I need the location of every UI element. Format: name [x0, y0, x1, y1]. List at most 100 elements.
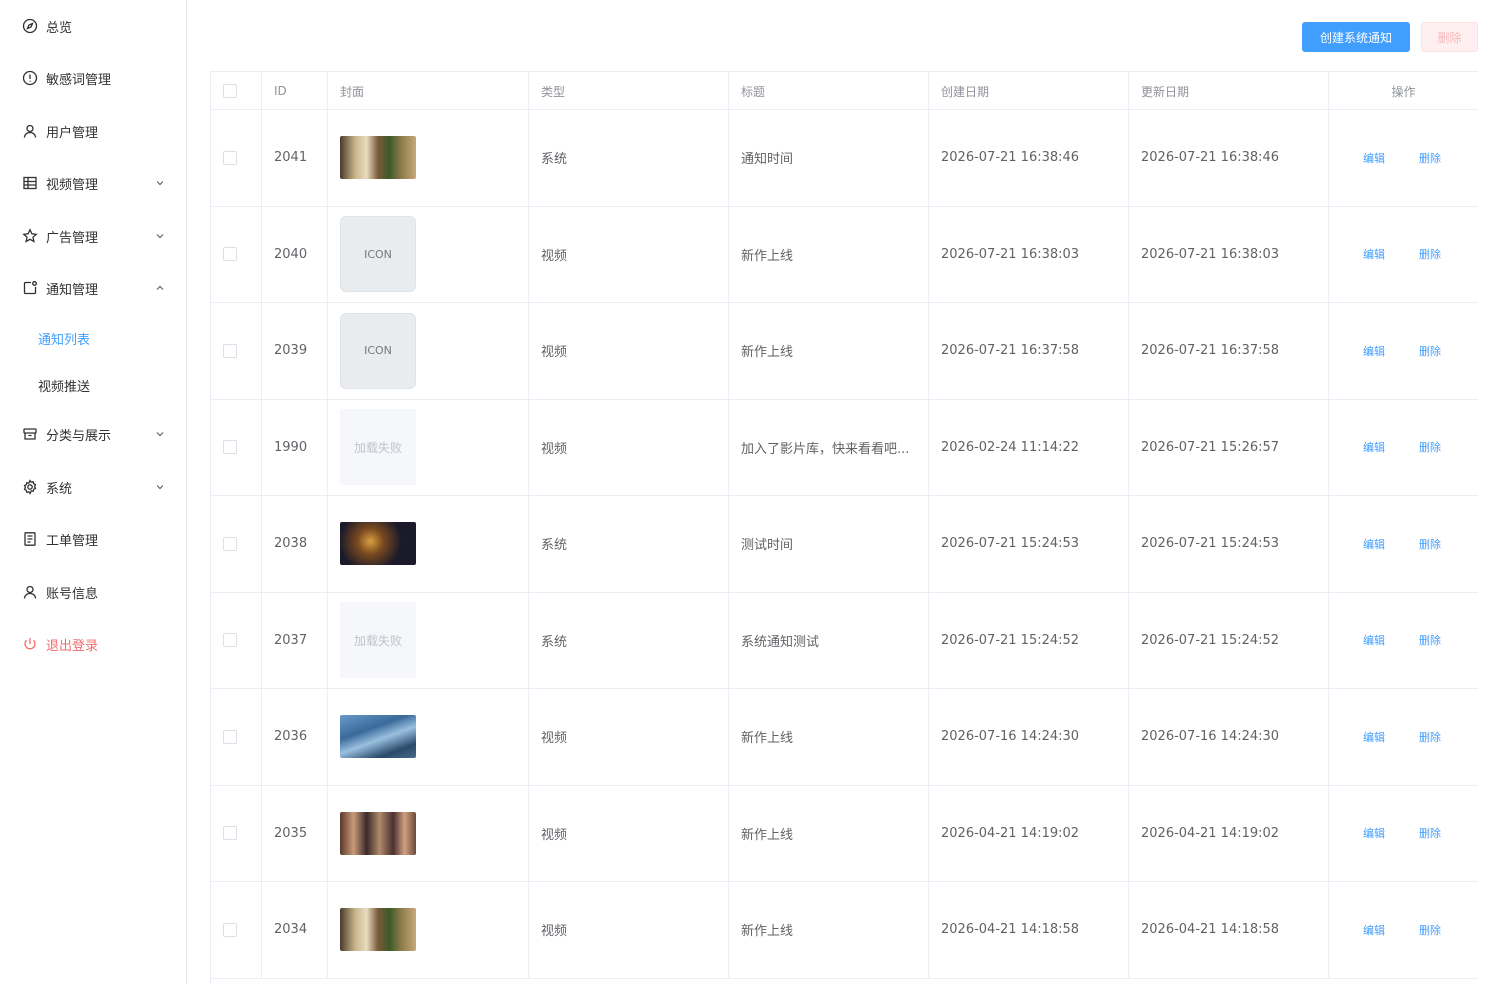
- sidebar-subitem-0[interactable]: 通知列表: [0, 315, 186, 361]
- cell-title: 系统通知测试: [729, 592, 929, 688]
- cell-id: 1990: [262, 399, 328, 495]
- edit-link[interactable]: 编辑: [1363, 150, 1385, 166]
- sidebar-item-8[interactable]: 工单管理: [0, 513, 186, 565]
- cell-updated: 2026-04-21 14:19:02: [1129, 785, 1329, 881]
- cell-created: 2026-07-21 16:37:58: [929, 303, 1129, 399]
- sidebar-item-label: 分类与展示: [46, 428, 112, 444]
- create-notification-button[interactable]: 创建系统通知: [1302, 22, 1410, 52]
- header-actions: 操作: [1329, 72, 1478, 110]
- cell-select[interactable]: [211, 689, 262, 785]
- cell-updated: 2026-07-21 16:38:46: [1129, 110, 1329, 206]
- select-all-checkbox[interactable]: [223, 84, 237, 98]
- sidebar-item-4[interactable]: 广告管理: [0, 210, 186, 262]
- cell-select[interactable]: [211, 110, 262, 206]
- sidebar-item-6[interactable]: 分类与展示: [0, 408, 186, 460]
- row-checkbox[interactable]: [223, 150, 237, 165]
- table-header: ID 封面 类型 标题 创建日期 更新日期 操作: [211, 72, 1478, 110]
- sidebar-item-2[interactable]: 用户管理: [0, 105, 186, 157]
- sidebar-item-7[interactable]: 系统: [0, 461, 186, 513]
- sidebar-item-label: 账号信息: [46, 586, 99, 602]
- cell-created: 2026-02-24 11:14:22: [929, 399, 1129, 495]
- cell-select[interactable]: [211, 882, 262, 978]
- cell-select[interactable]: [211, 496, 262, 592]
- cell-title: 通知时间: [729, 110, 929, 206]
- delete-link[interactable]: 删除: [1419, 439, 1441, 455]
- sidebar-item-label: 用户管理: [46, 125, 99, 141]
- delete-link[interactable]: 删除: [1419, 536, 1441, 552]
- cell-type: 视频: [529, 206, 729, 302]
- cell-id: 2034: [262, 882, 328, 978]
- cell-select[interactable]: [211, 303, 262, 399]
- cell-title: 新作上线: [729, 689, 929, 785]
- cell-select[interactable]: [211, 206, 262, 302]
- sidebar-item-0[interactable]: 总览: [0, 0, 186, 52]
- cover-load-failed: 加载失败: [340, 409, 416, 486]
- sidebar-item-5[interactable]: 通知管理: [0, 262, 186, 314]
- row-checkbox[interactable]: [223, 343, 237, 358]
- cell-title: 新作上线: [729, 303, 929, 399]
- sidebar-item-3[interactable]: 视频管理: [0, 157, 186, 209]
- cell-type: 视频: [529, 689, 729, 785]
- edit-link[interactable]: 编辑: [1363, 536, 1385, 552]
- row-title: 新作上线: [741, 248, 794, 264]
- cell-id: 2041: [262, 110, 328, 206]
- delete-link[interactable]: 删除: [1419, 632, 1441, 648]
- cell-updated: 2026-07-21 16:38:03: [1129, 206, 1329, 302]
- sidebar-subitem-1[interactable]: 视频推送: [0, 362, 186, 408]
- cell-id: 2039: [262, 303, 328, 399]
- notification-icon: [22, 280, 38, 296]
- cell-select[interactable]: [211, 592, 262, 688]
- grid-icon: [22, 175, 38, 191]
- row-checkbox[interactable]: [223, 729, 237, 744]
- bulk-delete-button[interactable]: 删除: [1421, 22, 1478, 52]
- row-checkbox[interactable]: [223, 536, 237, 551]
- row-title: 新作上线: [741, 827, 794, 843]
- table-row: 2039 ICON 视频 新作上线 2026-07-21 16:37:58 2026-07…: [211, 303, 1478, 400]
- delete-link[interactable]: 删除: [1419, 729, 1441, 745]
- edit-link[interactable]: 编辑: [1363, 632, 1385, 648]
- delete-link[interactable]: 删除: [1419, 246, 1441, 262]
- edit-link[interactable]: 编辑: [1363, 729, 1385, 745]
- edit-link[interactable]: 编辑: [1363, 825, 1385, 841]
- row-title: 系统通知测试: [741, 634, 820, 650]
- cell-updated: 2026-07-16 14:24:30: [1129, 689, 1329, 785]
- delete-link[interactable]: 删除: [1419, 825, 1441, 841]
- delete-link[interactable]: 删除: [1419, 150, 1441, 166]
- header-id: ID: [262, 72, 328, 110]
- delete-link[interactable]: 删除: [1419, 922, 1441, 938]
- delete-link[interactable]: 删除: [1419, 343, 1441, 359]
- cell-actions: 编辑 删除: [1329, 110, 1478, 206]
- sidebar-item-10[interactable]: 退出登录: [0, 618, 186, 670]
- cell-type: 系统: [529, 592, 729, 688]
- cell-created: 2026-07-21 15:24:53: [929, 496, 1129, 592]
- user-icon: [22, 123, 38, 139]
- cell-cover: 加载失败: [328, 399, 529, 495]
- cell-id: 2037: [262, 592, 328, 688]
- row-checkbox[interactable]: [223, 922, 237, 937]
- cell-select[interactable]: [211, 785, 262, 881]
- row-checkbox[interactable]: [223, 440, 237, 455]
- cell-created: 2026-04-21 14:18:58: [929, 882, 1129, 978]
- edit-link[interactable]: 编辑: [1363, 922, 1385, 938]
- cell-actions: 编辑 删除: [1329, 689, 1478, 785]
- edit-link[interactable]: 编辑: [1363, 343, 1385, 359]
- edit-link[interactable]: 编辑: [1363, 439, 1385, 455]
- cell-id: 2038: [262, 496, 328, 592]
- cell-select[interactable]: [211, 399, 262, 495]
- cell-title: 新作上线: [729, 785, 929, 881]
- sidebar-item-1[interactable]: 敏感词管理: [0, 52, 186, 104]
- row-checkbox[interactable]: [223, 247, 237, 262]
- row-checkbox[interactable]: [223, 826, 237, 841]
- cell-id: 2035: [262, 785, 328, 881]
- edit-link[interactable]: 编辑: [1363, 246, 1385, 262]
- header-select-all[interactable]: [211, 72, 262, 110]
- cell-updated: 2026-07-21 15:24:52: [1129, 592, 1329, 688]
- sidebar-item-9[interactable]: 账号信息: [0, 566, 186, 618]
- sidebar: 总览 敏感词管理用户管理视频管理 广告管理 通知管理分类与展示系统 工单管理账号信息退出…: [0, 0, 187, 984]
- cell-cover: [328, 689, 529, 785]
- cell-cover: ICON: [328, 206, 529, 302]
- cell-actions: 编辑 删除: [1329, 303, 1478, 399]
- cover-thumbnail: [340, 715, 416, 759]
- row-checkbox[interactable]: [223, 633, 237, 648]
- header-created: 创建日期: [929, 72, 1129, 110]
